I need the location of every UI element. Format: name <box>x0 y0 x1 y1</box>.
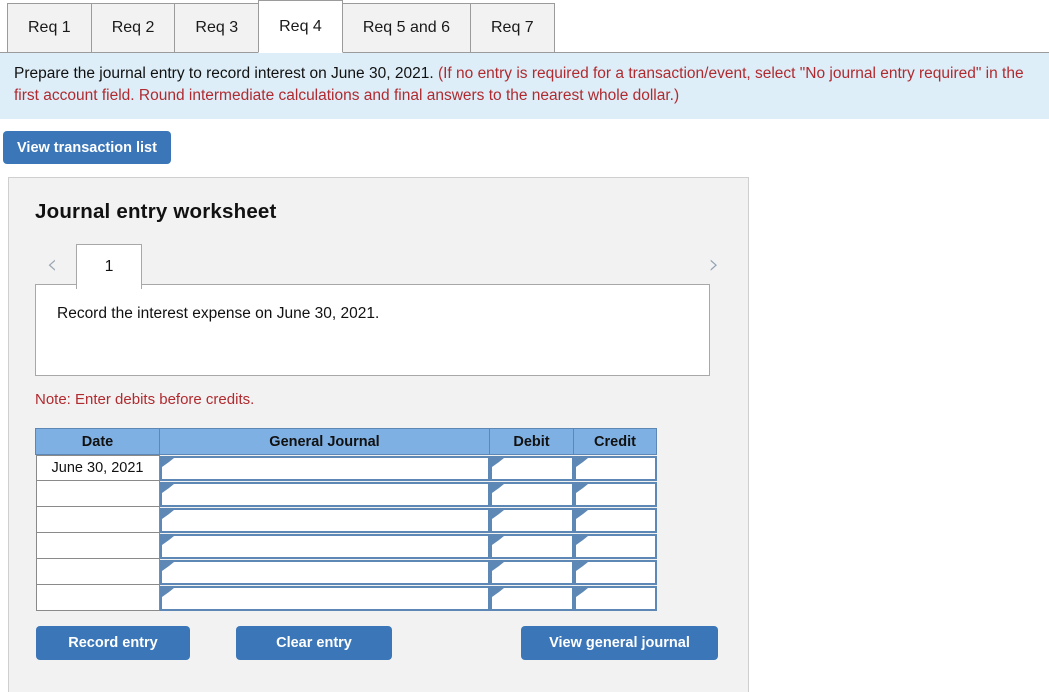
cell-debit <box>489 481 574 507</box>
cell-date <box>35 533 160 559</box>
cell-credit <box>573 585 657 611</box>
worksheet-title: Journal entry worksheet <box>35 200 277 223</box>
column-header-date: Date <box>35 428 160 455</box>
cell-general-journal <box>159 481 490 507</box>
cell-credit <box>573 481 657 507</box>
debit-input[interactable] <box>489 586 574 611</box>
credit-input[interactable] <box>573 508 657 533</box>
debit-input[interactable] <box>489 508 574 533</box>
cell-debit <box>489 507 574 533</box>
cell-general-journal <box>159 585 490 611</box>
debit-input[interactable] <box>489 534 574 559</box>
worksheet-page-tab-1[interactable]: 1 <box>76 244 142 289</box>
journal-table-row <box>35 559 657 585</box>
journal-entry-table: Date General Journal Debit Credit June 3… <box>35 428 657 611</box>
general-journal-input[interactable] <box>159 586 490 611</box>
general-journal-input[interactable] <box>159 456 490 481</box>
page-root: Req 1 Req 2 Req 3 Req 4 Req 5 and 6 Req 7 Pre… <box>0 0 1049 692</box>
column-header-general-journal: General Journal <box>159 428 490 455</box>
credit-input[interactable] <box>573 586 657 611</box>
cell-general-journal <box>159 507 490 533</box>
date-value: June 30, 2021 <box>35 455 160 481</box>
journal-table-row: June 30, 2021 <box>35 454 657 481</box>
cell-debit <box>489 533 574 559</box>
cell-debit <box>489 585 574 611</box>
general-journal-input[interactable] <box>159 508 490 533</box>
cell-date <box>35 481 160 507</box>
tab-req-1[interactable]: Req 1 <box>7 3 92 53</box>
credit-input[interactable] <box>573 560 657 585</box>
debit-input[interactable] <box>489 482 574 507</box>
date-value <box>35 533 160 559</box>
tabstrip-inner: Req 1 Req 2 Req 3 Req 4 Req 5 and 6 Req 7 <box>0 0 1049 53</box>
record-entry-button[interactable]: Record entry <box>36 626 190 660</box>
cell-credit <box>573 559 657 585</box>
cell-date <box>35 559 160 585</box>
tab-req-4[interactable]: Req 4 <box>258 0 343 53</box>
cell-credit <box>573 454 657 481</box>
debit-input[interactable] <box>489 560 574 585</box>
credit-input[interactable] <box>573 482 657 507</box>
credit-input[interactable] <box>573 456 657 481</box>
cell-general-journal <box>159 559 490 585</box>
cell-credit <box>573 533 657 559</box>
chevron-left-icon[interactable]: ‹ <box>37 241 67 287</box>
journal-table-body: June 30, 2021 <box>35 454 657 611</box>
column-header-credit: Credit <box>573 428 657 455</box>
general-journal-input[interactable] <box>159 560 490 585</box>
tab-req-2[interactable]: Req 2 <box>90 3 176 53</box>
cell-date <box>35 507 160 533</box>
chevron-right-icon[interactable]: › <box>699 241 729 287</box>
journal-table-row <box>35 585 657 611</box>
credit-input[interactable] <box>573 534 657 559</box>
tab-req-5[interactable]: Req 5 and 6 <box>341 3 471 53</box>
worksheet-actions: Record entry Clear entry View general jo… <box>9 626 750 662</box>
instruction-main-text: Prepare the journal entry to record inte… <box>14 65 438 82</box>
cell-general-journal <box>159 533 490 559</box>
date-value <box>35 507 160 533</box>
tab-req-3[interactable]: Req 3 <box>174 3 260 53</box>
journal-table-row <box>35 507 657 533</box>
view-general-journal-button[interactable]: View general journal <box>521 626 718 660</box>
date-value <box>35 585 160 611</box>
journal-table-row <box>35 481 657 507</box>
transaction-description-box: Record the interest expense on June 30, … <box>35 284 710 376</box>
date-value <box>35 481 160 507</box>
journal-table-header-row: Date General Journal Debit Credit <box>35 428 657 455</box>
worksheet-pager: ‹ 1 › <box>9 241 750 289</box>
cell-debit <box>489 559 574 585</box>
requirement-tabstrip: Req 1 Req 2 Req 3 Req 4 Req 5 and 6 Req 7 <box>0 0 1049 53</box>
transaction-description-text: Record the interest expense on June 30, … <box>57 305 380 322</box>
instruction-banner: Prepare the journal entry to record inte… <box>0 53 1049 119</box>
tab-req-6[interactable]: Req 7 <box>470 3 555 53</box>
general-journal-input[interactable] <box>159 482 490 507</box>
view-transaction-list-button[interactable]: View transaction list <box>3 131 171 164</box>
date-value <box>35 559 160 585</box>
debits-before-credits-note: Note: Enter debits before credits. <box>35 391 255 408</box>
journal-table-row <box>35 533 657 559</box>
column-header-debit: Debit <box>489 428 574 455</box>
cell-credit <box>573 507 657 533</box>
general-journal-input[interactable] <box>159 534 490 559</box>
journal-entry-worksheet-panel: Journal entry worksheet ‹ 1 › Record the… <box>8 177 749 692</box>
cell-general-journal <box>159 454 490 481</box>
cell-date: June 30, 2021 <box>35 454 160 481</box>
clear-entry-button[interactable]: Clear entry <box>236 626 392 660</box>
cell-debit <box>489 454 574 481</box>
debit-input[interactable] <box>489 456 574 481</box>
cell-date <box>35 585 160 611</box>
